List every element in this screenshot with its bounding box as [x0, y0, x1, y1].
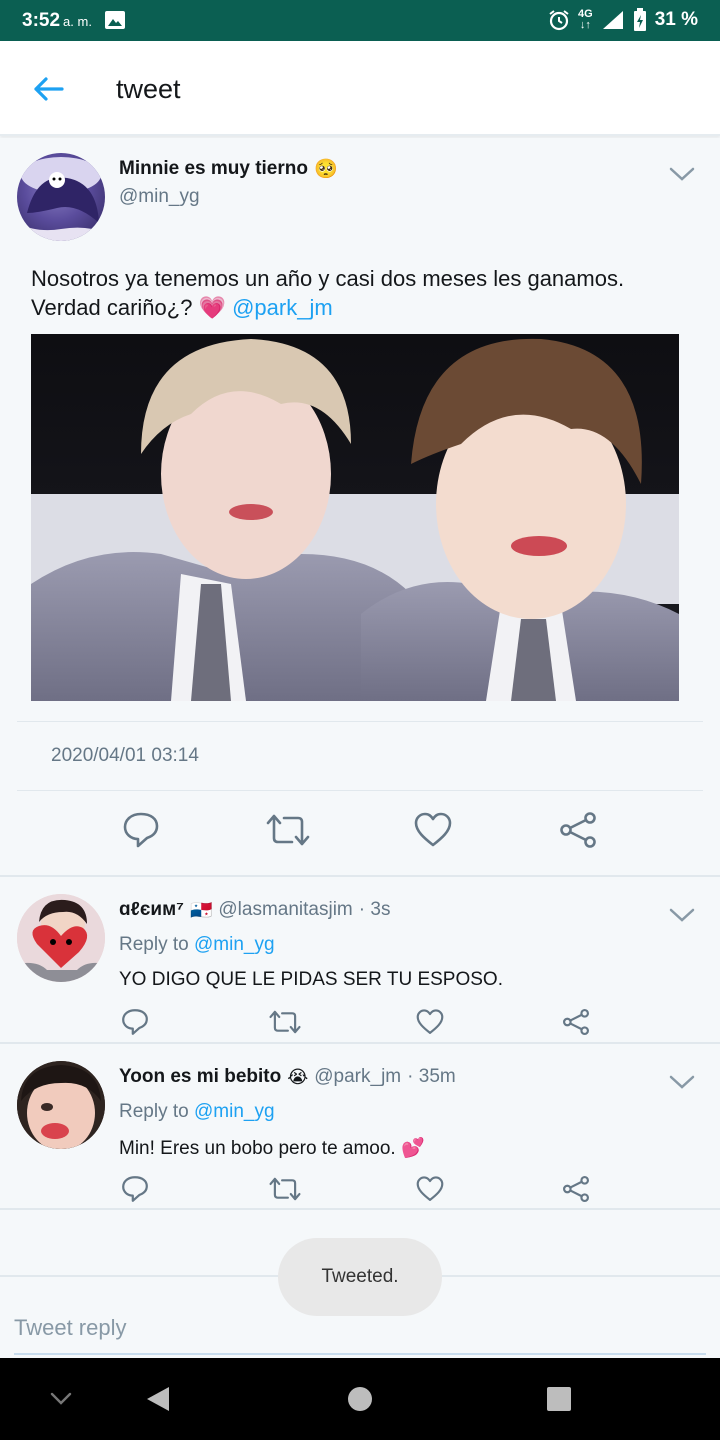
avatar-image [17, 1061, 105, 1149]
network-type: 4G ↓↑ [578, 8, 593, 31]
chevron-down-icon[interactable] [669, 166, 695, 182]
reply-text: Min! Eres un bobo pero te amoo. 💕 [119, 1136, 425, 1160]
reply-icon[interactable] [121, 1174, 149, 1204]
display-name[interactable]: ɑℓєим⁷ [119, 899, 184, 921]
back-triangle-icon[interactable] [145, 1385, 171, 1413]
chevron-down-icon[interactable] [50, 1392, 72, 1406]
mention-link[interactable]: @park_jm [232, 295, 333, 320]
avatar[interactable] [17, 894, 105, 982]
reply-text-body: Min! Eres un bobo pero te amoo. [119, 1138, 401, 1159]
toast-message: Tweeted. [278, 1238, 442, 1316]
avatar[interactable] [17, 1061, 105, 1149]
status-ampm: a. m. [63, 14, 92, 29]
reply-to-line: Reply to @min_yg [119, 934, 275, 956]
chevron-down-icon[interactable] [669, 1074, 695, 1090]
reply-icon[interactable] [122, 810, 160, 850]
share-icon[interactable] [559, 812, 597, 848]
heart-icon[interactable] [414, 812, 452, 848]
author-handle[interactable]: @min_yg [119, 186, 200, 208]
name-emoji: 😭 [287, 1066, 309, 1087]
reply-text-emoji: 💕 [401, 1138, 425, 1159]
reply-time: · 3s [358, 899, 391, 920]
retweet-icon[interactable] [269, 1009, 301, 1035]
reply-tweet: Yoon es mi bebito 😭 @park_jm · 35m Reply… [0, 1042, 720, 1210]
chevron-down-icon[interactable] [669, 907, 695, 923]
retweet-icon[interactable] [266, 812, 310, 848]
reply-text: YO DIGO QUE LE PIDAS SER TU ESPOSO. [119, 969, 503, 990]
image-notification-icon [105, 11, 125, 29]
reply-to-line: Reply to @min_yg [119, 1101, 275, 1123]
tweet-text: Nosotros ya tenemos un año y casi dos me… [31, 264, 691, 322]
mention-link[interactable]: @min_yg [194, 1101, 275, 1122]
input-underline [14, 1353, 706, 1355]
avatar[interactable] [17, 153, 105, 241]
main-tweet: Minnie es muy tierno 🥺 @min_yg Nosotros … [0, 138, 720, 875]
display-name[interactable]: Yoon es mi bebito [119, 1066, 281, 1088]
reply-to-label: Reply to [119, 1101, 189, 1122]
reply-author-row: ɑℓєим⁷ 🇵🇦 @lasmanitasjim · 3s [119, 899, 390, 921]
mention-link[interactable]: @min_yg [194, 934, 275, 955]
network-type-label: 4G [578, 8, 593, 20]
reply-time: · 35m [407, 1066, 456, 1087]
divider [17, 790, 703, 791]
reply-author-row: Yoon es mi bebito 😭 @park_jm · 35m [119, 1066, 456, 1088]
recents-square-icon[interactable] [546, 1386, 572, 1412]
page-title: tweet [116, 74, 181, 104]
tweet-reply-input[interactable] [14, 1315, 704, 1341]
photo-image [31, 334, 679, 701]
system-nav-bar [0, 1358, 720, 1440]
share-icon[interactable] [562, 1009, 590, 1035]
alarm-icon [549, 10, 569, 31]
status-time: 3:52 a. m. [22, 10, 92, 32]
author-name-row: Minnie es muy tierno 🥺 [119, 157, 338, 181]
battery-icon [633, 8, 646, 31]
signal-icon [602, 11, 623, 29]
tweet-text-emoji: 💗 [198, 295, 226, 320]
status-bar: 3:52 a. m. 4G ↓↑ 31 % [0, 0, 720, 41]
reply-tweet: ɑℓєим⁷ 🇵🇦 @lasmanitasjim · 3s Reply to @… [0, 875, 720, 1043]
tweet-timestamp: 2020/04/01 03:14 [51, 745, 199, 766]
author-handle[interactable]: @park_jm [314, 1066, 401, 1088]
divider [17, 721, 703, 722]
name-emoji: 🥺 [313, 159, 338, 180]
share-icon[interactable] [562, 1176, 590, 1202]
arrow-left-icon[interactable] [30, 71, 66, 107]
avatar-image [17, 894, 105, 982]
name-emoji: 🇵🇦 [189, 899, 213, 920]
reply-to-label: Reply to [119, 934, 189, 955]
author-handle[interactable]: @lasmanitasjim [218, 899, 352, 921]
heart-icon[interactable] [416, 1009, 444, 1035]
status-time-value: 3:52 [22, 10, 61, 31]
battery-percent: 31 % [654, 9, 698, 30]
app-bar: tweet [0, 41, 720, 136]
reply-icon[interactable] [121, 1007, 149, 1037]
heart-icon[interactable] [416, 1176, 444, 1202]
display-name[interactable]: Minnie es muy tierno [119, 158, 308, 180]
home-circle-icon[interactable] [347, 1386, 373, 1412]
tweet-photo[interactable] [31, 334, 679, 701]
retweet-icon[interactable] [269, 1176, 301, 1202]
avatar-image [17, 157, 105, 241]
